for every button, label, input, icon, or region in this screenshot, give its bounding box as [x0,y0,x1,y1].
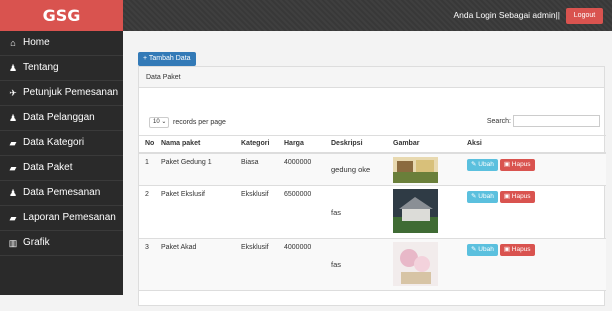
add-data-button[interactable]: + Tambah Data [138,52,196,66]
top-bar: Anda Login Sebagai admin|| Logout [123,0,612,31]
folder-icon: ▰ [9,138,17,148]
logout-button[interactable]: Logout [566,8,603,24]
user-icon: ♟ [8,188,18,198]
delete-button[interactable]: ▣ Hapus [499,158,535,171]
sidebar-item-petunjuk[interactable]: ✈ Petunjuk Pemesanan [0,81,123,106]
cell-kategori: Eksklusif [235,238,278,291]
cell-kategori: Eksklusif [235,185,278,239]
cell-nama: Paket Gedung 1 [155,152,235,186]
cell-gambar [387,152,461,186]
edit-button[interactable]: ✎ Ubah [467,244,498,256]
cell-harga: 6500000 [278,185,325,239]
sidebar: GSG ⌂ Home ♟ Tentang ✈ Petunjuk Pemesanan ♟… [0,0,123,295]
sidebar-item-label: Data Paket [23,162,73,173]
folder-icon: ▰ [9,163,17,173]
cell-deskripsi: gedung oke [325,152,387,186]
cell-aksi: ✎ Ubah ▣ Hapus [461,152,606,186]
rocket-icon: ✈ [9,88,17,98]
cell-deskripsi: fas [325,185,387,239]
table-row: 1 Paket Gedung 1 Biasa 4000000 gedung ok… [139,152,606,186]
cell-kategori: Biasa [235,152,278,186]
col-kategori[interactable]: Kategori [235,135,278,154]
sidebar-item-paket[interactable]: ▰ Data Paket [0,156,123,181]
cell-aksi: ✎ Ubah ▣ Hapus [461,238,606,291]
col-nama[interactable]: Nama paket [155,135,235,154]
table-row: 3 Paket Akad Eksklusif 4000000 fas ✎ Uba… [139,238,606,291]
table-row: 2 Paket Ekslusif Eksklusif 6500000 fas ✎… [139,185,606,239]
search-label: Search: [486,117,511,125]
sidebar-item-label: Grafik [23,237,50,248]
sidebar-item-tentang[interactable]: ♟ Tentang [0,56,123,81]
cell-gambar [387,238,461,291]
entries-label: records per page [173,119,226,126]
cell-aksi: ✎ Ubah ▣ Hapus [461,185,606,239]
cell-nama: Paket Ekslusif [155,185,235,239]
data-table: No Nama paket Kategori Harga Deskripsi G… [139,135,606,311]
panel-title: Data Paket [139,67,604,88]
sidebar-item-grafik[interactable]: ▥ Grafik [0,231,123,256]
edit-button[interactable]: ✎ Ubah [467,158,498,171]
search-control: Search: [487,115,600,127]
col-deskripsi[interactable]: Deskripsi [325,135,387,154]
cell-nama: Paket Akad [155,238,235,291]
home-icon: ⌂ [10,38,16,48]
sidebar-item-laporan[interactable]: ▰ Laporan Pemesanan [0,206,123,231]
col-gambar[interactable]: Gambar [387,135,461,154]
cell-no: 2 [139,185,155,239]
cell-partial [139,290,606,311]
col-no[interactable]: No [139,135,155,154]
sidebar-item-label: Petunjuk Pemesanan [23,87,119,98]
cell-harga: 4000000 [278,238,325,291]
delete-button[interactable]: ▣ Hapus [499,244,535,256]
col-harga[interactable]: Harga [278,135,325,154]
sidebar-item-label: Home [23,37,50,48]
cell-deskripsi: fas [325,238,387,291]
search-input[interactable] [513,115,600,127]
brand-logo[interactable]: GSG [0,0,123,31]
col-aksi[interactable]: Aksi [461,135,606,154]
entries-select[interactable]: 10 ⌄ [149,117,169,128]
table-row [139,290,606,311]
package-image [393,242,438,286]
sidebar-item-home[interactable]: ⌂ Home [0,31,123,56]
sidebar-item-kategori[interactable]: ▰ Data Kategori [0,131,123,156]
delete-button[interactable]: ▣ Hapus [499,191,535,203]
chart-icon: ▥ [8,238,18,248]
login-status: Anda Login Sebagai admin|| [453,10,561,20]
folder-icon: ▰ [9,213,17,223]
sidebar-item-label: Tentang [23,62,59,73]
user-icon: ♟ [8,63,18,73]
cell-gambar [387,185,461,239]
sidebar-item-label: Data Pelanggan [23,112,95,123]
sidebar-item-label: Data Kategori [23,137,85,148]
cell-no: 1 [139,152,155,186]
cell-no: 3 [139,238,155,291]
sidebar-item-label: Data Pemesanan [23,187,101,198]
edit-button[interactable]: ✎ Ubah [467,191,498,203]
data-panel: Data Paket 10 ⌄ records per page Search:… [138,66,606,311]
user-icon: ♟ [8,113,18,123]
cell-harga: 4000000 [278,152,325,186]
package-image [393,156,438,183]
sidebar-item-pelanggan[interactable]: ♟ Data Pelanggan [0,106,123,131]
package-image [393,189,438,233]
sidebar-item-pemesanan[interactable]: ♟ Data Pemesanan [0,181,123,206]
table-header-row: No Nama paket Kategori Harga Deskripsi G… [139,135,606,154]
entries-control: 10 ⌄ records per page [149,117,226,128]
sidebar-item-label: Laporan Pemesanan [23,212,116,223]
